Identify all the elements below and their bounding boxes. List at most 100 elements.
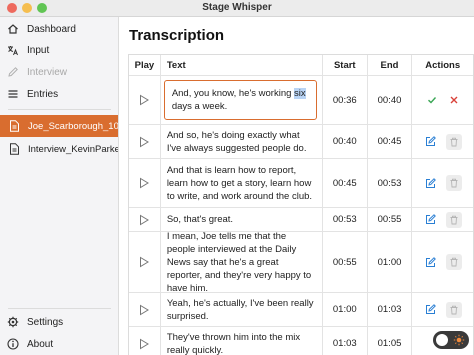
sidebar-item-entries[interactable]: Entries	[0, 84, 118, 104]
start-time: 00:55	[323, 232, 368, 292]
actions-cell	[412, 293, 473, 326]
sidebar-entry-label: Joe_Scarborough_10.08	[28, 120, 119, 132]
play-button[interactable]	[129, 232, 161, 292]
segment-text-editor[interactable]: And, you know, he's working six days a w…	[163, 80, 317, 120]
list-icon	[7, 88, 19, 100]
edit-button[interactable]	[424, 255, 438, 269]
play-icon	[140, 256, 150, 268]
table-row: Yeah, he's actually, I've been really su…	[129, 293, 473, 327]
table-row: And so, he's doing exactly what I've alw…	[129, 125, 473, 159]
delete-button[interactable]	[445, 254, 462, 270]
end-time: 00:45	[368, 125, 413, 158]
sidebar-entry-joe-scarborough[interactable]: Joe_Scarborough_10.08	[0, 115, 119, 137]
play-icon	[140, 338, 150, 349]
info-icon	[7, 338, 19, 350]
actions-cell	[412, 232, 473, 292]
confirm-edit-button[interactable]	[425, 93, 439, 107]
sidebar-item-label: About	[27, 338, 54, 350]
delete-button[interactable]	[445, 133, 462, 150]
end-time: 00:40	[368, 76, 413, 124]
window-title: Stage Whisper	[202, 2, 272, 13]
end-time: 01:00	[368, 232, 413, 292]
sidebar-item-settings[interactable]: Settings	[0, 312, 118, 332]
table-row: And, you know, he's working six days a w…	[129, 76, 473, 125]
gear-icon	[7, 316, 19, 328]
start-time: 01:00	[323, 293, 368, 326]
start-time: 00:45	[323, 159, 368, 207]
start-time: 00:53	[323, 208, 368, 231]
sidebar-item-label: Interview	[27, 66, 68, 78]
play-icon	[140, 136, 150, 147]
segment-text[interactable]: Yeah, he's actually, I've been really su…	[161, 293, 323, 326]
sidebar-entry-label: Interview_KevinParker_	[28, 143, 119, 155]
main-content: Transcription Play Text Start End Action…	[120, 17, 474, 355]
edit-icon	[426, 304, 437, 314]
transcription-table: Play Text Start End Actions And, you kno…	[128, 54, 474, 355]
play-icon	[140, 94, 150, 106]
play-button[interactable]	[129, 293, 161, 326]
table-row: So, that's great. 00:53 00:55	[129, 208, 473, 232]
edit-button[interactable]	[424, 303, 438, 317]
edit-button[interactable]	[424, 213, 438, 227]
table-row: They've thrown him into the mix really q…	[129, 327, 473, 355]
sidebar-item-label: Input	[27, 44, 50, 56]
actions-cell	[412, 76, 473, 124]
cancel-edit-button[interactable]	[447, 93, 461, 107]
edit-icon	[426, 214, 437, 224]
segment-text[interactable]: I mean, Joe tells me that the people int…	[161, 231, 323, 294]
sidebar-item-about[interactable]: About	[0, 334, 118, 354]
checkmark-icon	[427, 97, 436, 104]
sidebar-item-label: Settings	[27, 316, 64, 328]
start-time: 00:36	[323, 76, 368, 124]
column-header-play: Play	[129, 55, 161, 75]
sidebar-item-interview: Interview	[0, 62, 118, 82]
table-header: Play Text Start End Actions	[129, 55, 473, 76]
actions-cell	[412, 208, 473, 231]
sidebar-item-input[interactable]: Input	[0, 40, 118, 60]
document-icon	[9, 143, 20, 155]
sidebar-entry-interview-kevinparker[interactable]: Interview_KevinParker_	[0, 138, 119, 160]
play-button[interactable]	[129, 327, 161, 355]
start-time: 01:03	[323, 327, 368, 355]
delete-button[interactable]	[445, 175, 462, 191]
end-time: 01:03	[368, 293, 413, 326]
end-time: 00:55	[368, 208, 413, 231]
trash-icon	[450, 257, 458, 267]
play-button[interactable]	[129, 208, 161, 231]
trash-icon	[450, 305, 458, 314]
theme-toggle[interactable]	[433, 331, 469, 349]
play-icon	[140, 304, 150, 315]
column-header-start: Start	[323, 55, 368, 75]
play-icon	[140, 177, 150, 189]
delete-button[interactable]	[445, 211, 462, 228]
sidebar-item-label: Dashboard	[27, 23, 76, 35]
segment-text[interactable]: And that is learn how to report, learn h…	[161, 159, 323, 207]
column-header-text: Text	[161, 55, 323, 75]
play-button[interactable]	[129, 76, 161, 124]
edit-icon	[426, 256, 437, 267]
close-icon	[450, 96, 458, 104]
end-time: 00:53	[368, 159, 413, 207]
delete-button[interactable]	[445, 301, 462, 318]
trash-icon	[450, 137, 458, 146]
edit-icon	[426, 177, 437, 188]
text-cell: And, you know, he's working six days a w…	[161, 76, 323, 124]
segment-text[interactable]: They've thrown him into the mix really q…	[161, 327, 323, 355]
edit-button[interactable]	[424, 135, 438, 149]
play-button[interactable]	[129, 125, 161, 158]
play-button[interactable]	[129, 159, 161, 207]
segment-text[interactable]: And so, he's doing exactly what I've alw…	[161, 125, 323, 158]
start-time: 00:40	[323, 125, 368, 158]
table-row: I mean, Joe tells me that the people int…	[129, 231, 473, 294]
trash-icon	[450, 178, 458, 188]
segment-text-part: days a week.	[171, 101, 228, 112]
sidebar: Dashboard Input Interview Entries Joe_Sc…	[0, 17, 119, 355]
sun-icon	[453, 334, 465, 346]
sidebar-divider	[8, 109, 111, 110]
edit-button[interactable]	[424, 176, 438, 190]
segment-text[interactable]: So, that's great.	[161, 208, 323, 231]
sidebar-item-dashboard[interactable]: Dashboard	[0, 19, 118, 39]
actions-cell	[412, 125, 473, 158]
pen-icon	[7, 66, 19, 78]
sidebar-divider	[8, 308, 111, 309]
